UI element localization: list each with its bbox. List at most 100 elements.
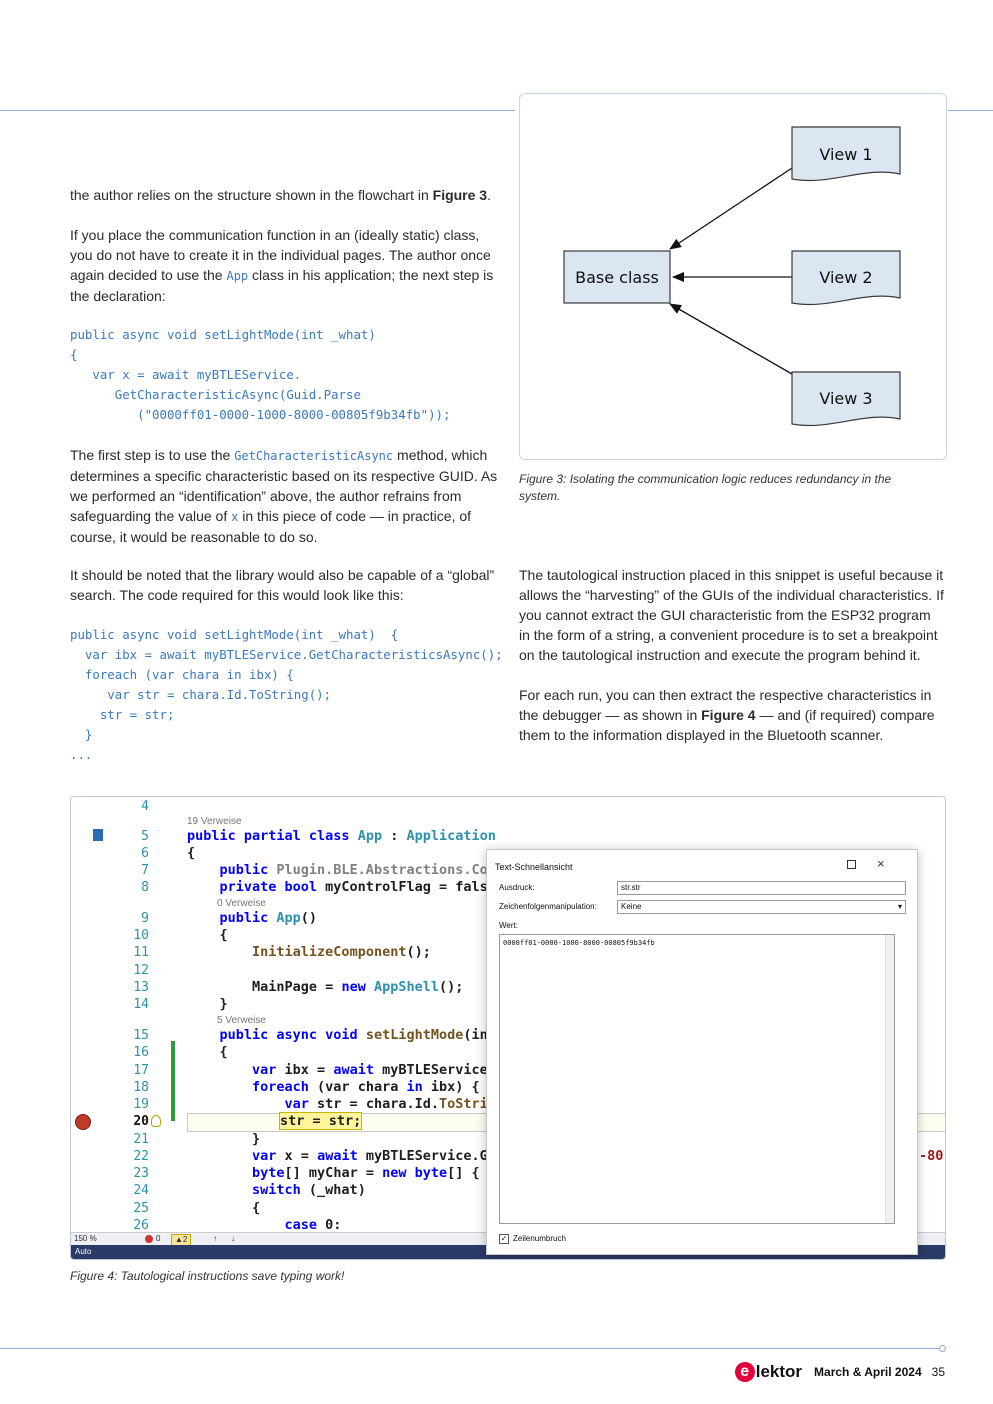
view2-label: View 2	[819, 268, 872, 287]
tok: :	[382, 828, 407, 844]
line-number: 5	[141, 829, 149, 844]
manipulation-select[interactable]: Keine ▾	[617, 900, 906, 914]
paragraph-3: The first step is to use the GetCharacte…	[70, 445, 498, 547]
arrow-view3	[669, 303, 793, 375]
change-marker	[171, 1041, 175, 1121]
line-number: 18	[133, 1080, 149, 1095]
line-number: 14	[133, 997, 149, 1012]
line-number: 8	[141, 880, 149, 895]
reference-count[interactable]: 5 Verweise	[217, 1015, 266, 1026]
code1-line: ("0000ff01-0000-1000-8000-00805f9b34fb")…	[70, 407, 451, 422]
kw: new byte	[382, 1165, 448, 1181]
p1-text: the author relies on the structure shown…	[70, 187, 433, 203]
manipulation-label: Zeichenfolgenmanipulation:	[499, 902, 597, 911]
chevron-down-icon: ▾	[897, 902, 902, 911]
value-label: Wert:	[499, 921, 518, 930]
tautological-statement: str = str;	[279, 1112, 363, 1130]
kw: var	[187, 1148, 285, 1164]
line-number: 22	[133, 1149, 149, 1164]
figure4-reference: Figure 4	[701, 707, 756, 723]
maximize-button[interactable]	[847, 860, 856, 869]
expression-label: Ausdruck:	[499, 883, 535, 892]
code-line: private bool myControlFlag = false;	[187, 879, 504, 895]
tok: ();	[438, 979, 464, 995]
warning-count: 2	[182, 1235, 188, 1244]
reference-count[interactable]: 0 Verweise	[217, 898, 266, 909]
value-textarea[interactable]: 0000ff01-0000-1000-8000-00805f9b34fb	[499, 934, 895, 1224]
zoom-select[interactable]: 150 %	[74, 1233, 97, 1245]
line-number: 17	[133, 1063, 149, 1078]
wrap-checkbox[interactable]: ✓	[499, 1234, 509, 1244]
paragraph-2: If you place the communication function …	[70, 225, 498, 306]
line-number: 21	[133, 1132, 149, 1147]
figure-3-flowchart: Base class View 1 View 2 View 3	[519, 93, 947, 460]
kw: byte	[187, 1165, 285, 1181]
kw: await	[317, 1148, 366, 1164]
p5-text: The tautological instruction placed in t…	[519, 567, 944, 663]
tok	[187, 944, 252, 960]
type: App	[276, 910, 301, 926]
elektor-logo: e lektor	[734, 1362, 803, 1382]
code2-line: foreach (var chara in ibx) {	[70, 667, 294, 682]
logo-text: lektor	[755, 1362, 803, 1381]
figure-3-caption: Figure 3: Isolating the communication lo…	[519, 472, 892, 503]
tok: (_what)	[308, 1182, 366, 1198]
tok: MainPage =	[187, 979, 342, 995]
logo-e-icon: e	[734, 1362, 755, 1382]
line-number: 25	[133, 1201, 149, 1216]
line-number: 20	[133, 1114, 149, 1129]
textarea-scrollbar[interactable]	[885, 935, 894, 1223]
line-number: 24	[133, 1183, 149, 1198]
kw: public	[187, 910, 277, 926]
p3-text: The first step is to use the	[70, 447, 235, 463]
code-line: public App()	[187, 910, 318, 926]
kw: case	[187, 1217, 326, 1233]
bottom-rule-endpoint	[939, 1345, 946, 1352]
tok: ()	[300, 910, 318, 926]
line-number: 6	[141, 846, 149, 861]
code1-line: GetCharacteristicAsync(Guid.Parse	[70, 387, 361, 402]
line-number: 13	[133, 980, 149, 995]
expression-field[interactable]: str.str	[617, 881, 906, 895]
arrow-down-icon[interactable]: ↓	[231, 1233, 235, 1245]
figure-4-screenshot: 4 5 6 7 8 9 10 11 12 13 14 15 16 17 18 1…	[70, 796, 946, 1260]
tok: [] myChar =	[284, 1165, 383, 1181]
kw: var	[187, 1096, 318, 1112]
line-number: 15	[133, 1028, 149, 1043]
line-number: 16	[133, 1045, 149, 1060]
lightbulb-icon	[151, 1115, 161, 1127]
output-mode: Auto	[75, 1247, 92, 1256]
close-button[interactable]: ×	[877, 856, 885, 871]
type: App	[357, 828, 383, 844]
line-number: 11	[133, 945, 149, 960]
kw: new	[341, 979, 374, 995]
method: setLightMode	[365, 1027, 464, 1043]
text-visualizer-dialog: Text-Schnellansicht × Ausdruck: str.str …	[486, 849, 918, 1255]
tok: myBTLEService.Get	[365, 1148, 505, 1164]
code-line: }	[187, 1131, 261, 1147]
code1-line: var x = await myBTLEService.	[70, 367, 302, 382]
manipulation-value: Keine	[621, 902, 642, 911]
code1-line: public async void setLightMode(int _what…	[70, 327, 376, 342]
inline-code-getcharacteristic: GetCharacteristicAsync	[234, 449, 394, 463]
page-footer: e lektor March & April 2024 35	[734, 1362, 945, 1382]
code-line: public Plugin.BLE.Abstractions.Cont	[187, 862, 504, 878]
line-number: 26	[133, 1218, 149, 1233]
tok: chara	[357, 1079, 407, 1095]
code-line: foreach (var chara in ibx) {	[187, 1079, 480, 1095]
kw: foreach	[187, 1079, 318, 1095]
code-line: case 0:	[187, 1217, 342, 1233]
type: AppShell	[373, 979, 439, 995]
arrow-up-icon[interactable]: ↑	[213, 1233, 217, 1245]
error-count[interactable]: 0	[156, 1233, 160, 1245]
code-line-current: str = str;	[279, 1112, 363, 1130]
arrow-view1	[669, 167, 793, 250]
code-line: {	[187, 845, 196, 861]
paragraph-6: For each run, you can then extract the r…	[519, 685, 945, 745]
code-line: var ibx = await myBTLEService.G	[187, 1062, 504, 1078]
paragraph-1: the author relies on the structure shown…	[70, 185, 498, 205]
method: InitializeComponent	[252, 944, 407, 960]
paragraph-4: It should be noted that the library woul…	[70, 565, 498, 605]
reference-count[interactable]: 19 Verweise	[187, 816, 241, 827]
code1-line: {	[70, 347, 78, 362]
